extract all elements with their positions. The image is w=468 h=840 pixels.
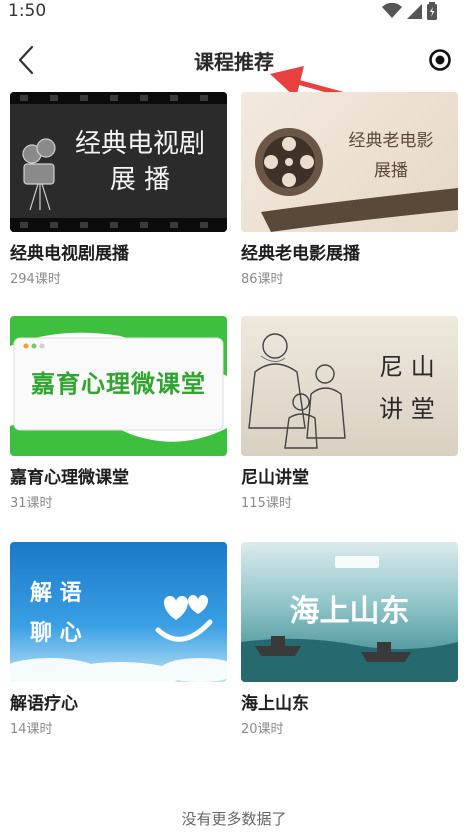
course-card[interactable]: 经典电视剧 展 播 经典电视剧展播 294课时: [10, 92, 227, 287]
thumbnail-caption: 解 语 聊 心: [30, 574, 140, 654]
thumbnail-caption-line: 展播: [374, 161, 408, 181]
thumbnail-caption: 尼 山 讲 堂: [359, 346, 455, 430]
course-card[interactable]: 海上山东 海上山东 20课时: [241, 542, 458, 737]
course-lesson-count: 31课时: [10, 496, 53, 511]
thumbnail-caption-line: 解 语: [30, 581, 82, 606]
course-lesson-count: 294课时: [10, 272, 61, 287]
course-thumbnail: 解 语 聊 心: [10, 542, 227, 682]
course-title: 海上山东: [241, 694, 309, 714]
course-card[interactable]: 尼 山 讲 堂 尼山讲堂 115课时: [241, 316, 458, 511]
course-thumbnail: 经典老电影 展播: [241, 92, 458, 232]
thumbnail-caption-line: 聊 心: [30, 621, 82, 646]
status-icons: [382, 2, 438, 20]
course-thumbnail: 嘉育心理微课堂: [10, 316, 227, 456]
course-title: 解语疗心: [10, 694, 78, 714]
record-button[interactable]: [424, 44, 456, 76]
thumbnail-caption: 海上山东: [289, 594, 410, 629]
thumbnail-caption-line: 经典老电影: [348, 131, 434, 151]
signal-icon: [407, 4, 422, 19]
course-title: 嘉育心理微课堂: [10, 468, 129, 488]
thumbnail-caption: 经典老电影 展播: [327, 126, 455, 186]
thumbnail-caption: 经典电视剧 展 播: [60, 126, 220, 198]
course-lesson-count: 115课时: [241, 496, 292, 511]
course-lesson-count: 86课时: [241, 272, 284, 287]
thumbnail-caption-line: 经典电视剧: [74, 129, 205, 159]
course-card[interactable]: 嘉育心理微课堂 嘉育心理微课堂 31课时: [10, 316, 227, 511]
course-card[interactable]: 解 语 聊 心 解语疗心 14课时: [10, 542, 227, 737]
battery-icon: [427, 2, 437, 20]
status-time: 1:50: [8, 1, 47, 21]
course-card[interactable]: 经典老电影 展播 经典老电影展播 86课时: [241, 92, 458, 287]
course-title: 经典老电影展播: [241, 244, 360, 264]
course-lesson-count: 20课时: [241, 722, 284, 737]
thumbnail-caption: 嘉育心理微课堂: [31, 370, 206, 398]
target-icon: [429, 49, 451, 71]
thumbnail-caption-line: 讲 堂: [379, 395, 435, 423]
course-lesson-count: 14课时: [10, 722, 53, 737]
course-thumbnail: 尼 山 讲 堂: [241, 316, 458, 456]
thumbnail-caption-line: 展 播: [109, 165, 171, 195]
thumbnail-caption-line: 尼 山: [379, 353, 435, 381]
header-bar: 课程推荐: [0, 36, 468, 84]
course-thumbnail: 经典电视剧 展 播: [10, 92, 227, 232]
page-title: 课程推荐: [194, 50, 274, 74]
no-more-data-label: 没有更多数据了: [181, 810, 287, 828]
course-title: 经典电视剧展播: [10, 244, 129, 264]
course-title: 尼山讲堂: [241, 468, 309, 488]
course-thumbnail: 海上山东: [241, 542, 458, 682]
wifi-icon: [382, 3, 402, 18]
status-bar: 1:50: [0, 0, 468, 24]
